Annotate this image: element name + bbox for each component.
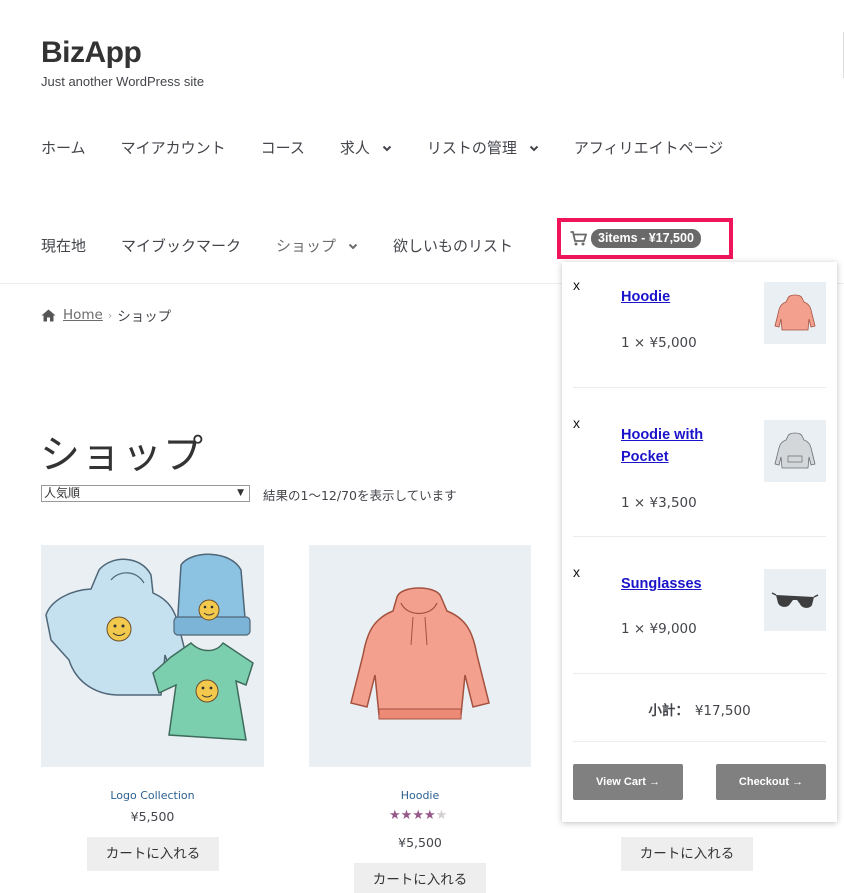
chevron-down-icon [348,243,358,249]
nav-item-affiliate[interactable]: アフィリエイトページ [574,137,723,158]
cart-icon [570,231,587,246]
mini-cart-dropdown: x Hoodie 1 × ¥5,000 x Hoodie with Pocket… [562,262,837,822]
nav-label: マイアカウント [120,139,226,157]
star-empty-icon: ★ [435,808,448,823]
star-icon: ★ [400,808,413,823]
sunglasses-icon[interactable] [764,569,826,631]
mini-cart-item-qty: 1 × ¥9,000 [621,621,697,637]
header-cart[interactable]: 3items - ¥17,500 [557,218,733,259]
orderby-value: 人気順 [44,486,81,500]
nav-label: ショップ [276,237,337,255]
chevron-right-icon: › [107,308,113,322]
divider [573,536,826,537]
divider [573,387,826,388]
star-icon: ★ [412,808,424,823]
mini-cart-subtotal: 小計： ¥17,500 [562,699,837,719]
logo-collection-illustration [45,553,254,741]
home-icon [41,309,56,321]
breadcrumb: Home › ショップ [41,305,171,325]
star-icon: ★ [389,808,401,823]
primary-nav-row-1: ホーム マイアカウント コース 求人 リストの管理 アフィリエイトページ [41,137,758,158]
nav-item-wishlist[interactable]: 欲しいものリスト [393,235,513,256]
nav-label: 現在地 [41,237,87,255]
cart-summary-badge: 3items - ¥17,500 [591,229,701,248]
nav-label: アフィリエイトページ [573,139,724,157]
nav-item-courses[interactable]: コース [261,137,305,158]
mini-cart-item-qty: 1 × ¥5,000 [621,335,697,351]
nav-item-home[interactable]: ホーム [41,137,86,158]
site-title[interactable]: BizApp [41,36,142,70]
mini-cart-item-qty: 1 × ¥3,500 [621,495,697,511]
add-to-cart-button[interactable]: カートに入れる [354,863,486,893]
nav-label: リストの管理 [426,139,517,157]
nav-item-bookmarks[interactable]: マイブックマーク [121,235,241,256]
hoodie-grey-icon[interactable] [764,420,826,482]
primary-nav-row-2: 現在地 マイブックマーク ショップ 欲しいものリスト [41,235,548,256]
breadcrumb-current: ショップ [117,309,172,325]
nav-item-list-management[interactable]: リストの管理 [427,137,539,158]
star-rating: ★ ★ ★ ★ ★ [389,809,447,822]
product-image-logo-collection[interactable] [41,545,264,767]
divider [573,741,826,742]
orderby-select[interactable]: 人気順 ▼ [41,485,250,502]
page-title: ショップ [40,432,204,478]
nav-label: ホーム [41,139,86,157]
nav-item-shop[interactable]: ショップ [276,235,358,256]
product-price: ¥5,500 [398,835,442,850]
mini-cart-item-link[interactable]: Sunglasses [621,573,702,595]
nav-label: マイブックマーク [121,237,242,255]
remove-item-button[interactable]: x [573,564,580,580]
star-icon: ★ [423,808,436,823]
nav-label: 求人 [339,139,370,157]
nav-label: コース [260,139,305,157]
add-to-cart-button[interactable]: カートに入れる [87,837,219,871]
nav-item-my-account[interactable]: マイアカウント [121,137,226,158]
breadcrumb-home-link[interactable]: Home [63,307,103,323]
chevron-down-icon [529,145,539,151]
nav-item-location[interactable]: 現在地 [41,235,86,256]
nav-label: 欲しいものリスト [393,237,514,255]
nav-item-jobs[interactable]: 求人 [340,137,392,158]
result-count: 結果の1～12/70を表示しています [263,488,457,503]
hoodie-pink-icon[interactable] [764,282,826,344]
divider [573,673,826,674]
remove-item-button[interactable]: x [573,277,580,293]
product-image-hoodie[interactable] [309,545,531,767]
site-tagline: Just another WordPress site [41,74,205,89]
add-to-cart-button[interactable]: カートに入れる [621,837,753,871]
hoodie-illustration [350,587,490,720]
view-cart-button[interactable]: View Cart → [573,764,683,800]
mini-cart-item-link[interactable]: Hoodie with Pocket [621,424,746,468]
subtotal-value: ¥17,500 [694,703,751,719]
chevron-down-icon [382,145,392,151]
select-arrow-icon: ▼ [237,488,244,498]
product-price: ¥5,500 [130,809,175,824]
checkout-button[interactable]: Checkout → [716,764,826,800]
subtotal-label: 小計： [648,703,689,719]
product-name-hoodie[interactable]: Hoodie [309,789,531,802]
mini-cart-item-link[interactable]: Hoodie [621,286,670,308]
remove-item-button[interactable]: x [573,415,580,431]
product-name-logo-collection[interactable]: Logo Collection [41,789,264,802]
